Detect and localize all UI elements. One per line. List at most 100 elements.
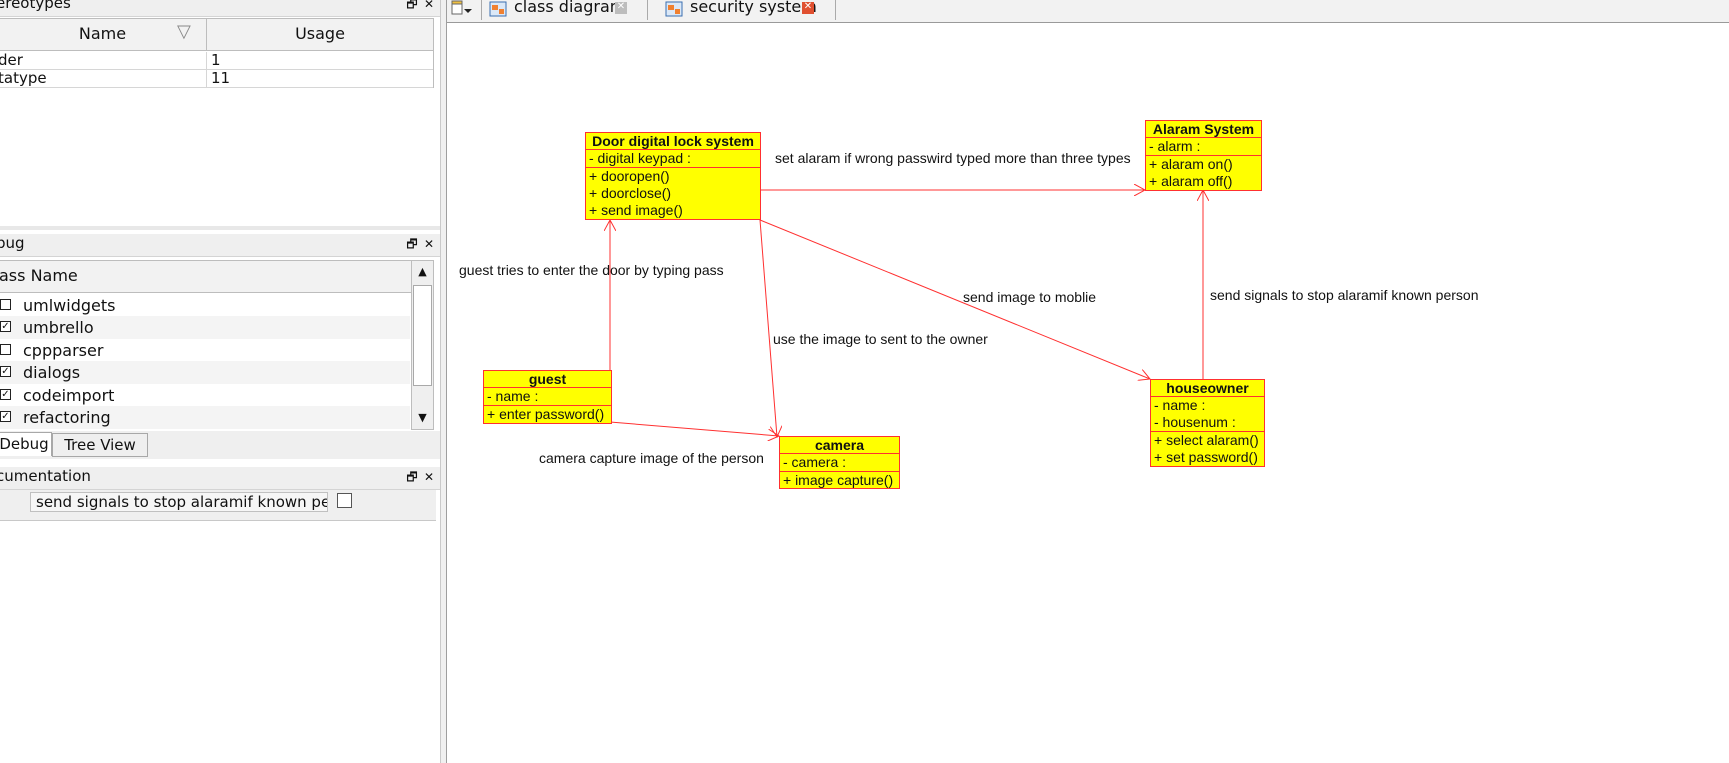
checkbox[interactable]: ✓ bbox=[0, 321, 11, 332]
class-diagram-icon bbox=[665, 1, 683, 17]
list-item-label: dialogs bbox=[23, 363, 81, 382]
attributes-compartment: - camera : bbox=[780, 453, 899, 471]
list-item[interactable]: ✓ umbrello bbox=[0, 316, 410, 339]
list-item-label: codeimport bbox=[23, 386, 115, 405]
class-name: Door digital lock system bbox=[592, 133, 754, 149]
attribute: - name : bbox=[1154, 397, 1206, 413]
close-icon[interactable]: ✕ bbox=[422, 234, 436, 254]
documentation-panel-title: cumentation bbox=[0, 467, 91, 485]
new-diagram-icon bbox=[451, 0, 472, 15]
class-alaram-system[interactable]: Alaram System - alarm : + alaram on() + … bbox=[1145, 120, 1262, 191]
list-item[interactable]: ✓ dialogs bbox=[0, 361, 410, 384]
column-header-name-label: Name bbox=[78, 24, 127, 43]
tab-debug[interactable]: Debug bbox=[0, 432, 52, 456]
tab-security-system[interactable]: security system ✕ bbox=[665, 0, 835, 22]
left-dock-area: ereotypes 🗗 ✕ Name ▽ Usage der 1 tatype … bbox=[0, 0, 440, 763]
stereotypes-panel-title: ereotypes bbox=[0, 0, 71, 12]
float-icon[interactable]: 🗗 bbox=[405, 0, 419, 14]
checkbox[interactable]: ✓ bbox=[0, 389, 11, 400]
tab-separator bbox=[481, 0, 482, 20]
list-item[interactable]: umlwidgets bbox=[0, 294, 410, 317]
pane-splitter[interactable] bbox=[440, 0, 447, 763]
class-name: Alaram System bbox=[1152, 121, 1255, 137]
stereotypes-panel-title-bar: ereotypes 🗗 ✕ bbox=[0, 0, 440, 17]
list-item-label: cppparser bbox=[23, 341, 104, 360]
column-header-name[interactable]: Name ▽ bbox=[0, 18, 207, 51]
close-icon[interactable]: ✕ bbox=[422, 0, 436, 14]
vertical-scrollbar[interactable]: ▲ ▼ bbox=[411, 260, 434, 430]
checkbox[interactable] bbox=[0, 299, 11, 310]
tab-class-diagram[interactable]: class diagram ✕ bbox=[489, 0, 639, 22]
debug-tab-strip: Debug Tree View bbox=[0, 431, 440, 459]
scrollbar-thumb[interactable] bbox=[413, 285, 432, 386]
sort-indicator-icon: ▽ bbox=[177, 21, 191, 42]
association-label[interactable]: send image to moblie bbox=[963, 289, 1096, 305]
tab-tree-view[interactable]: Tree View bbox=[52, 433, 148, 457]
documentation-text-field[interactable]: send signals to stop alaramif known pers… bbox=[30, 492, 328, 512]
class-guest[interactable]: guest - name : + enter password() bbox=[483, 370, 612, 424]
float-icon[interactable]: 🗗 bbox=[405, 467, 419, 487]
class-door-digital-lock-system[interactable]: Door digital lock system - digital keypa… bbox=[585, 132, 761, 220]
checkbox[interactable] bbox=[0, 344, 11, 355]
operation: + enter password() bbox=[487, 406, 605, 422]
class-houseowner[interactable]: houseowner - name : - housenum : + selec… bbox=[1150, 379, 1265, 467]
list-item[interactable]: cppparser bbox=[0, 339, 410, 362]
documentation-panel-title-bar: cumentation 🗗 ✕ bbox=[0, 467, 440, 490]
list-item-label: refactoring bbox=[23, 408, 111, 427]
attribute: - housenum : bbox=[1154, 414, 1236, 430]
column-header-usage[interactable]: Usage bbox=[206, 18, 434, 51]
stereotype-usage: 11 bbox=[206, 70, 434, 88]
association-guest-camera[interactable] bbox=[609, 421, 779, 436]
diagram-canvas[interactable]: Door digital lock system - digital keypa… bbox=[447, 23, 1729, 763]
scroll-up-icon[interactable]: ▲ bbox=[412, 261, 433, 283]
column-header-usage-label: Usage bbox=[295, 24, 345, 43]
checkbox[interactable]: ✓ bbox=[0, 366, 11, 377]
operations-compartment: + alaram on() + alaram off() bbox=[1146, 155, 1261, 190]
close-icon[interactable]: ✕ bbox=[422, 467, 436, 487]
attributes-compartment: - name : - housenum : bbox=[1151, 396, 1264, 431]
list-item[interactable]: ✓ refactoring bbox=[0, 406, 410, 429]
class-name: camera bbox=[814, 437, 865, 453]
debug-list: umlwidgets ✓ umbrello cppparser ✓ dialog… bbox=[0, 294, 410, 430]
close-tab-icon[interactable]: ✕ bbox=[802, 2, 814, 14]
list-item-label: umlwidgets bbox=[23, 296, 116, 315]
float-icon[interactable]: 🗗 bbox=[405, 234, 419, 254]
debug-panel-title-bar: bug 🗗 ✕ bbox=[0, 234, 440, 257]
documentation-checkbox[interactable] bbox=[337, 493, 352, 508]
attributes-compartment: - name : bbox=[484, 387, 611, 405]
stereotype-name: der bbox=[0, 52, 206, 70]
association-label[interactable]: guest tries to enter the door by typing … bbox=[459, 262, 724, 278]
stereotype-usage: 1 bbox=[206, 52, 434, 70]
class-diagram-icon bbox=[489, 1, 507, 17]
attributes-compartment: - digital keypad : bbox=[586, 149, 760, 167]
association-door-camera[interactable] bbox=[759, 219, 777, 437]
attribute: - camera : bbox=[783, 454, 847, 470]
association-label[interactable]: camera capture image of the person bbox=[539, 450, 764, 466]
scroll-down-icon[interactable]: ▼ bbox=[412, 407, 433, 429]
class-name: guest bbox=[528, 371, 567, 387]
list-item[interactable]: ✓ codeimport bbox=[0, 384, 410, 407]
diagram-tab-bar: class diagram ✕ security system ✕ bbox=[447, 0, 1729, 23]
operation: + dooropen() bbox=[589, 168, 670, 184]
operation: + doorclose() bbox=[589, 185, 672, 201]
tab-separator bbox=[647, 0, 648, 20]
class-name: houseowner bbox=[1166, 380, 1249, 396]
association-label[interactable]: send signals to stop alaramif known pers… bbox=[1210, 287, 1478, 303]
checkbox[interactable]: ✓ bbox=[0, 411, 11, 422]
column-header-class-name[interactable]: ass Name bbox=[0, 260, 412, 293]
panel-separator bbox=[0, 226, 440, 230]
association-label[interactable]: use the image to sent to the owner bbox=[773, 331, 988, 347]
association-label[interactable]: set alaram if wrong passwird typed more … bbox=[775, 150, 1131, 166]
tab-label: class diagram bbox=[514, 0, 626, 16]
new-diagram-button[interactable] bbox=[450, 0, 478, 18]
operations-compartment: + select alaram() + set password() bbox=[1151, 431, 1264, 466]
operation: + select alaram() bbox=[1154, 432, 1259, 448]
operation: + image capture() bbox=[783, 472, 894, 488]
debug-panel-title: bug bbox=[0, 234, 25, 252]
close-tab-icon[interactable]: ✕ bbox=[615, 2, 627, 14]
operation: + alaram on() bbox=[1149, 156, 1233, 172]
operation: + alaram off() bbox=[1149, 173, 1233, 189]
tab-label: security system bbox=[690, 0, 817, 16]
class-camera[interactable]: camera - camera : + image capture() bbox=[779, 436, 900, 489]
attribute: - alarm : bbox=[1149, 138, 1201, 154]
